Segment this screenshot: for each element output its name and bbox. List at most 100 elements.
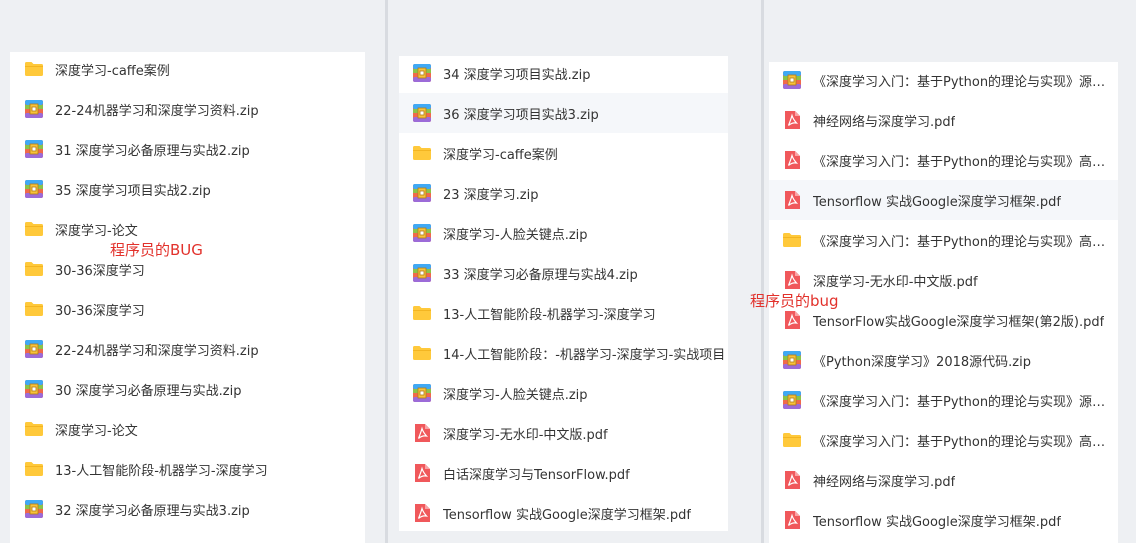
annotation-right: 程序员的bug (750, 292, 839, 310)
file-list-item[interactable]: 深度学习-人脸关键点.zip (399, 373, 728, 413)
zip-icon (24, 499, 44, 519)
zip-icon (782, 350, 802, 370)
annotation-left: 程序员的BUG (110, 241, 203, 259)
file-list-item[interactable]: 34 深度学习项目实战.zip (399, 56, 728, 93)
file-list-item[interactable]: 13-人工智能阶段-机器学习-深度学习 (399, 293, 728, 333)
file-list-item[interactable]: 36 深度学习项目实战3.zip (399, 93, 728, 133)
file-name: 14-人工智能阶段：-机器学习-深度学习-实战项目 (443, 347, 726, 363)
file-list-item[interactable]: 《深度学习入门：基于Python的理论与实现》高清中文版... (769, 420, 1118, 460)
zip-icon (24, 379, 44, 399)
zip-icon (24, 99, 44, 119)
pdf-icon (412, 503, 432, 523)
file-name: 32 深度学习必备原理与实战3.zip (55, 503, 250, 519)
file-list-item[interactable]: 30-36深度学习 (10, 289, 365, 329)
file-name: 深度学习-无水印-中文版.pdf (813, 274, 978, 290)
file-name: 《深度学习入门：基于Python的理论与实现》高清中文版... (813, 154, 1118, 170)
file-list-item[interactable]: 深度学习-caffe案例 (399, 133, 728, 173)
zip-icon (24, 339, 44, 359)
zip-icon (782, 390, 802, 410)
file-name: 深度学习-caffe案例 (55, 63, 170, 79)
file-list-item[interactable]: 《Python深度学习》2018源代码.zip (769, 340, 1118, 380)
file-name: 31 深度学习必备原理与实战2.zip (55, 143, 250, 159)
file-list-item[interactable]: Tensorflow 实战Google深度学习框架.pdf (399, 493, 728, 531)
pdf-icon (782, 270, 802, 290)
file-name: 22-24机器学习和深度学习资料.zip (55, 343, 259, 359)
file-list-item[interactable]: 23 深度学习.zip (399, 173, 728, 213)
file-list-item[interactable]: 《深度学习入门：基于Python的理论与实现》源代码.rar (769, 380, 1118, 420)
file-name: 深度学习-论文 (55, 223, 138, 239)
folder-icon (412, 303, 432, 323)
file-name: 22-24机器学习和深度学习资料.zip (55, 103, 259, 119)
folder-icon (24, 219, 44, 239)
file-list-middle: 34 深度学习项目实战.zip 36 深度学习项目实战3.zip 深度学习-caff… (399, 56, 728, 531)
file-name: 35 深度学习项目实战2.zip (55, 183, 211, 199)
zip-icon (24, 179, 44, 199)
file-list-item[interactable]: 33 深度学习必备原理与实战4.zip (399, 253, 728, 293)
folder-icon (24, 419, 44, 439)
pdf-icon (782, 150, 802, 170)
file-list-item[interactable]: 22-24机器学习和深度学习资料.zip (10, 89, 365, 129)
file-list-item[interactable]: 22-24机器学习和深度学习资料.zip (10, 329, 365, 369)
folder-icon (24, 299, 44, 319)
file-list-item[interactable]: 32 深度学习必备原理与实战3.zip (10, 489, 365, 529)
file-name: 《Python深度学习》2018源代码.zip (813, 354, 1031, 370)
zip-icon (782, 70, 802, 90)
pdf-icon (782, 510, 802, 530)
pdf-icon (782, 470, 802, 490)
divider (761, 0, 764, 543)
file-list-item[interactable]: 31 深度学习必备原理与实战2.zip (10, 129, 365, 169)
file-list-item[interactable]: 14-人工智能阶段：-机器学习-深度学习-实战项目 (399, 333, 728, 373)
zip-icon (412, 263, 432, 283)
file-name: Tensorflow 实战Google深度学习框架.pdf (813, 194, 1062, 210)
folder-icon (782, 430, 802, 450)
folder-icon (412, 143, 432, 163)
folder-icon (782, 230, 802, 250)
pdf-icon (782, 310, 802, 330)
file-list-item[interactable]: 神经网络与深度学习.pdf (769, 460, 1118, 500)
file-name: 神经网络与深度学习.pdf (813, 114, 956, 130)
zip-icon (412, 383, 432, 403)
file-list-item[interactable]: Tensorflow 实战Google深度学习框架.pdf (769, 180, 1118, 220)
file-name: TensorFlow实战Google深度学习框架(第2版).pdf (813, 314, 1105, 330)
zip-icon (412, 223, 432, 243)
file-list-item[interactable]: 深度学习-caffe案例 (10, 52, 365, 89)
file-name: 33 深度学习必备原理与实战4.zip (443, 267, 638, 283)
file-list-left: 深度学习-caffe案例 22-24机器学习和深度学习资料.zip 31 深度学习必… (10, 52, 365, 543)
file-name: 13-人工智能阶段-机器学习-深度学习 (55, 463, 268, 479)
folder-icon (412, 343, 432, 363)
file-name: 《深度学习入门：基于Python的理论与实现》高清中文版... (813, 434, 1118, 450)
file-list-item[interactable]: 深度学习-无水印-中文版.pdf (399, 413, 728, 453)
zip-icon (412, 63, 432, 83)
file-name: 深度学习-caffe案例 (443, 147, 558, 163)
file-name: 23 深度学习.zip (443, 187, 539, 203)
file-name: 深度学习-人脸关键点.zip (443, 227, 588, 243)
file-list-item[interactable]: 深度学习-人脸关键点.zip (399, 213, 728, 253)
file-list-item[interactable]: 神经网络与深度学习.pdf (769, 100, 1118, 140)
file-list-item[interactable]: Tensorflow 实战Google深度学习框架.pdf (769, 500, 1118, 540)
file-name: 《深度学习入门：基于Python的理论与实现》高清中文版... (813, 234, 1118, 250)
file-name: Tensorflow 实战Google深度学习框架.pdf (443, 507, 692, 523)
pdf-icon (412, 423, 432, 443)
zip-icon (412, 183, 432, 203)
file-list-item[interactable]: 30 深度学习必备原理与实战.zip (10, 369, 365, 409)
pdf-icon (782, 190, 802, 210)
file-list-item[interactable]: 《深度学习入门：基于Python的理论与实现》高清中文版... (769, 140, 1118, 180)
divider (385, 0, 388, 543)
file-list-item[interactable]: 《深度学习入门：基于Python的理论与实现》高清中文版... (769, 220, 1118, 260)
folder-icon (24, 459, 44, 479)
file-name: 30-36深度学习 (55, 303, 145, 319)
file-name: 36 深度学习项目实战3.zip (443, 107, 599, 123)
file-list-item[interactable]: 13-人工智能阶段-机器学习-深度学习 (10, 449, 365, 489)
file-name: 神经网络与深度学习.pdf (813, 474, 956, 490)
file-name: 深度学习-论文 (55, 423, 138, 439)
file-list-item[interactable]: 35 深度学习项目实战2.zip (10, 169, 365, 209)
file-list-item[interactable]: 《深度学习入门：基于Python的理论与实现》源代码.rar (769, 62, 1118, 100)
file-list-item[interactable]: 白话深度学习与TensorFlow.pdf (399, 453, 728, 493)
folder-icon (24, 59, 44, 79)
file-name: 30-36深度学习 (55, 263, 145, 279)
file-list-item[interactable]: 深度学习-论文 (10, 409, 365, 449)
file-name: 30 深度学习必备原理与实战.zip (55, 383, 242, 399)
pdf-icon (412, 463, 432, 483)
folder-icon (24, 259, 44, 279)
file-name: 《深度学习入门：基于Python的理论与实现》源代码.rar (813, 74, 1118, 90)
